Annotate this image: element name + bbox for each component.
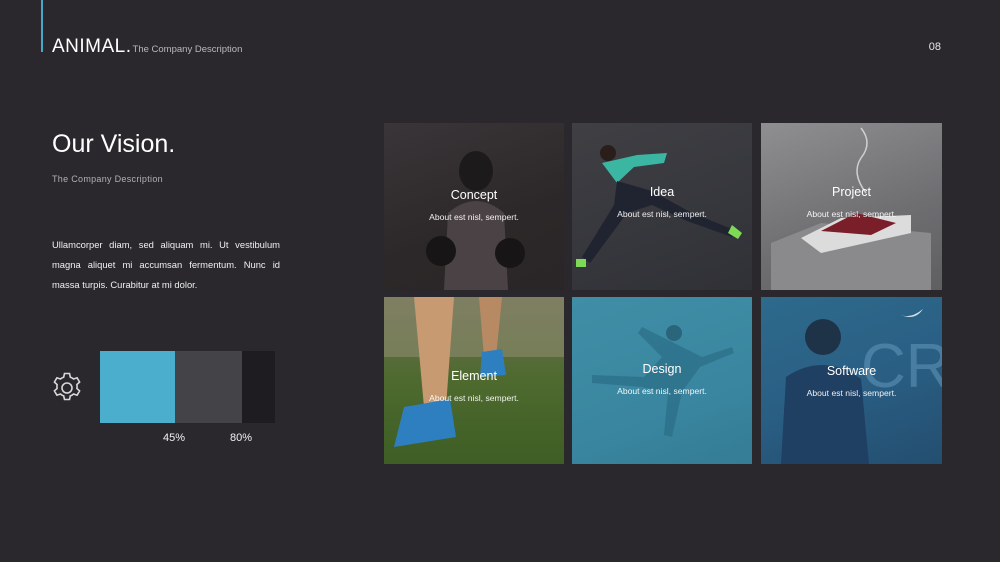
progress-segment-remainder — [242, 351, 275, 423]
tile-description: About est nisl, sempert. — [429, 212, 519, 222]
progress-label-primary: 45% — [163, 432, 186, 444]
tile-label: Design — [642, 362, 682, 376]
tile-software[interactable]: CR Software About est nisl, sempert. — [761, 297, 942, 464]
page-subtitle: The Company Description — [52, 174, 163, 184]
header-accent-line — [41, 0, 43, 52]
boxer-image — [426, 151, 525, 290]
page-number: 08 — [928, 41, 941, 53]
tile-label: Idea — [649, 185, 675, 199]
progress-bar — [100, 351, 275, 423]
tile-project[interactable]: Project About est nisl, sempert. — [761, 123, 942, 290]
body-paragraph: Ullamcorper diam, sed aliquam mi. Ut ves… — [52, 239, 280, 290]
page-title: Our Vision. — [52, 130, 176, 158]
tile-element[interactable]: Element About est nisl, sempert. — [384, 297, 564, 464]
jumper-image — [592, 325, 734, 437]
gear-icon — [53, 372, 81, 401]
tile-label: Project — [832, 185, 871, 199]
tile-description: About est nisl, sempert. — [806, 388, 897, 398]
progress-label-secondary: 80% — [230, 432, 253, 444]
tile-description: About est nisl, sempert. — [429, 393, 519, 403]
progress-segment-secondary — [175, 351, 242, 423]
tile-label: Element — [451, 369, 497, 383]
athlete-image: CR — [781, 309, 942, 464]
tile-description: About est nisl, sempert. — [617, 209, 707, 219]
runner-image — [576, 145, 742, 267]
tile-description: About est nisl, sempert. — [806, 209, 897, 219]
progress-segment-primary — [100, 351, 175, 423]
shoe-image — [771, 127, 931, 290]
brand-title: ANIMAL. — [52, 36, 132, 57]
tile-label: Software — [826, 364, 877, 378]
tile-idea[interactable]: Idea About est nisl, sempert. — [572, 123, 752, 290]
header: ANIMAL. The Company Description — [52, 36, 242, 58]
tile-label: Concept — [450, 188, 498, 202]
tile-description: About est nisl, sempert. — [617, 386, 707, 396]
tile-design[interactable]: Design About est nisl, sempert. — [572, 297, 752, 464]
brand-subtitle: The Company Description — [132, 44, 243, 55]
tile-concept[interactable]: Concept About est nisl, sempert. — [384, 123, 564, 290]
